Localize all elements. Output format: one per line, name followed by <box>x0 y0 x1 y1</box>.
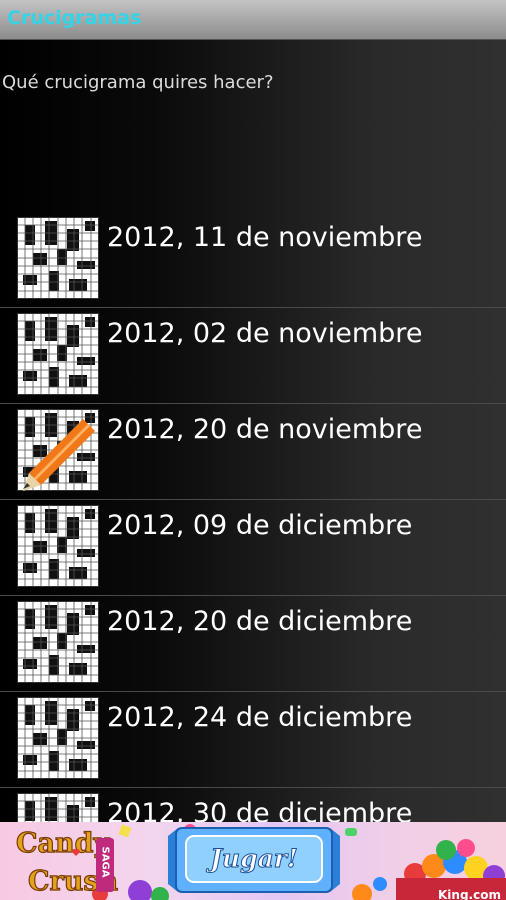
crossword-date-label: 2012, 20 de noviembre <box>107 414 423 445</box>
crossword-list-item[interactable]: 2012, 20 de noviembre <box>0 404 506 500</box>
main-content[interactable]: Qué crucigrama quires hacer? 2012, 11 de… <box>0 40 506 822</box>
crossword-date-label: 2012, 02 de noviembre <box>107 318 423 349</box>
crossword-list-item[interactable]: 2012, 24 de diciembre <box>0 692 506 788</box>
crossword-date-label: 2012, 09 de diciembre <box>107 510 413 541</box>
play-button-label: Jugar! <box>206 844 298 873</box>
crossword-list: 2012, 11 de noviembre 2012, 02 de noviem… <box>0 212 506 822</box>
crossword-list-item[interactable]: 2012, 20 de diciembre <box>0 596 506 692</box>
title-bar: Crucigramas <box>0 0 506 40</box>
candy-crush-logo: Candy Crush SAGA <box>15 827 119 897</box>
crossword-grid-icon <box>16 696 100 780</box>
crossword-list-item[interactable]: 2012, 30 de diciembre <box>0 788 506 822</box>
crossword-date-label: 2012, 24 de diciembre <box>107 702 413 733</box>
prompt-text: Qué crucigrama quires hacer? <box>2 72 274 93</box>
crossword-list-item[interactable]: 2012, 09 de diciembre <box>0 500 506 596</box>
king-brand: King.com <box>438 888 501 900</box>
play-button[interactable]: Jugar! <box>168 827 340 893</box>
crossword-in-progress-icon <box>16 408 100 492</box>
candy-crush-ad-graphic: Candy Crush SAGA Jugar! King.com <box>15 824 506 900</box>
app-title: Crucigramas <box>7 7 142 29</box>
crossword-grid-icon <box>16 792 100 822</box>
crossword-date-label: 2012, 11 de noviembre <box>107 222 423 253</box>
crossword-list-item[interactable]: 2012, 02 de noviembre <box>0 308 506 404</box>
crossword-grid-icon <box>16 600 100 684</box>
ad-banner[interactable]: Candy Crush SAGA Jugar! King.com <box>0 822 506 900</box>
logo-saga: SAGA <box>100 847 111 878</box>
crossword-grid-icon <box>16 504 100 588</box>
crossword-grid-icon <box>16 216 100 300</box>
crossword-grid-icon <box>16 312 100 396</box>
crossword-list-item[interactable]: 2012, 11 de noviembre <box>0 212 506 308</box>
crossword-date-label: 2012, 20 de diciembre <box>107 606 413 637</box>
crossword-date-label: 2012, 30 de diciembre <box>107 798 413 822</box>
